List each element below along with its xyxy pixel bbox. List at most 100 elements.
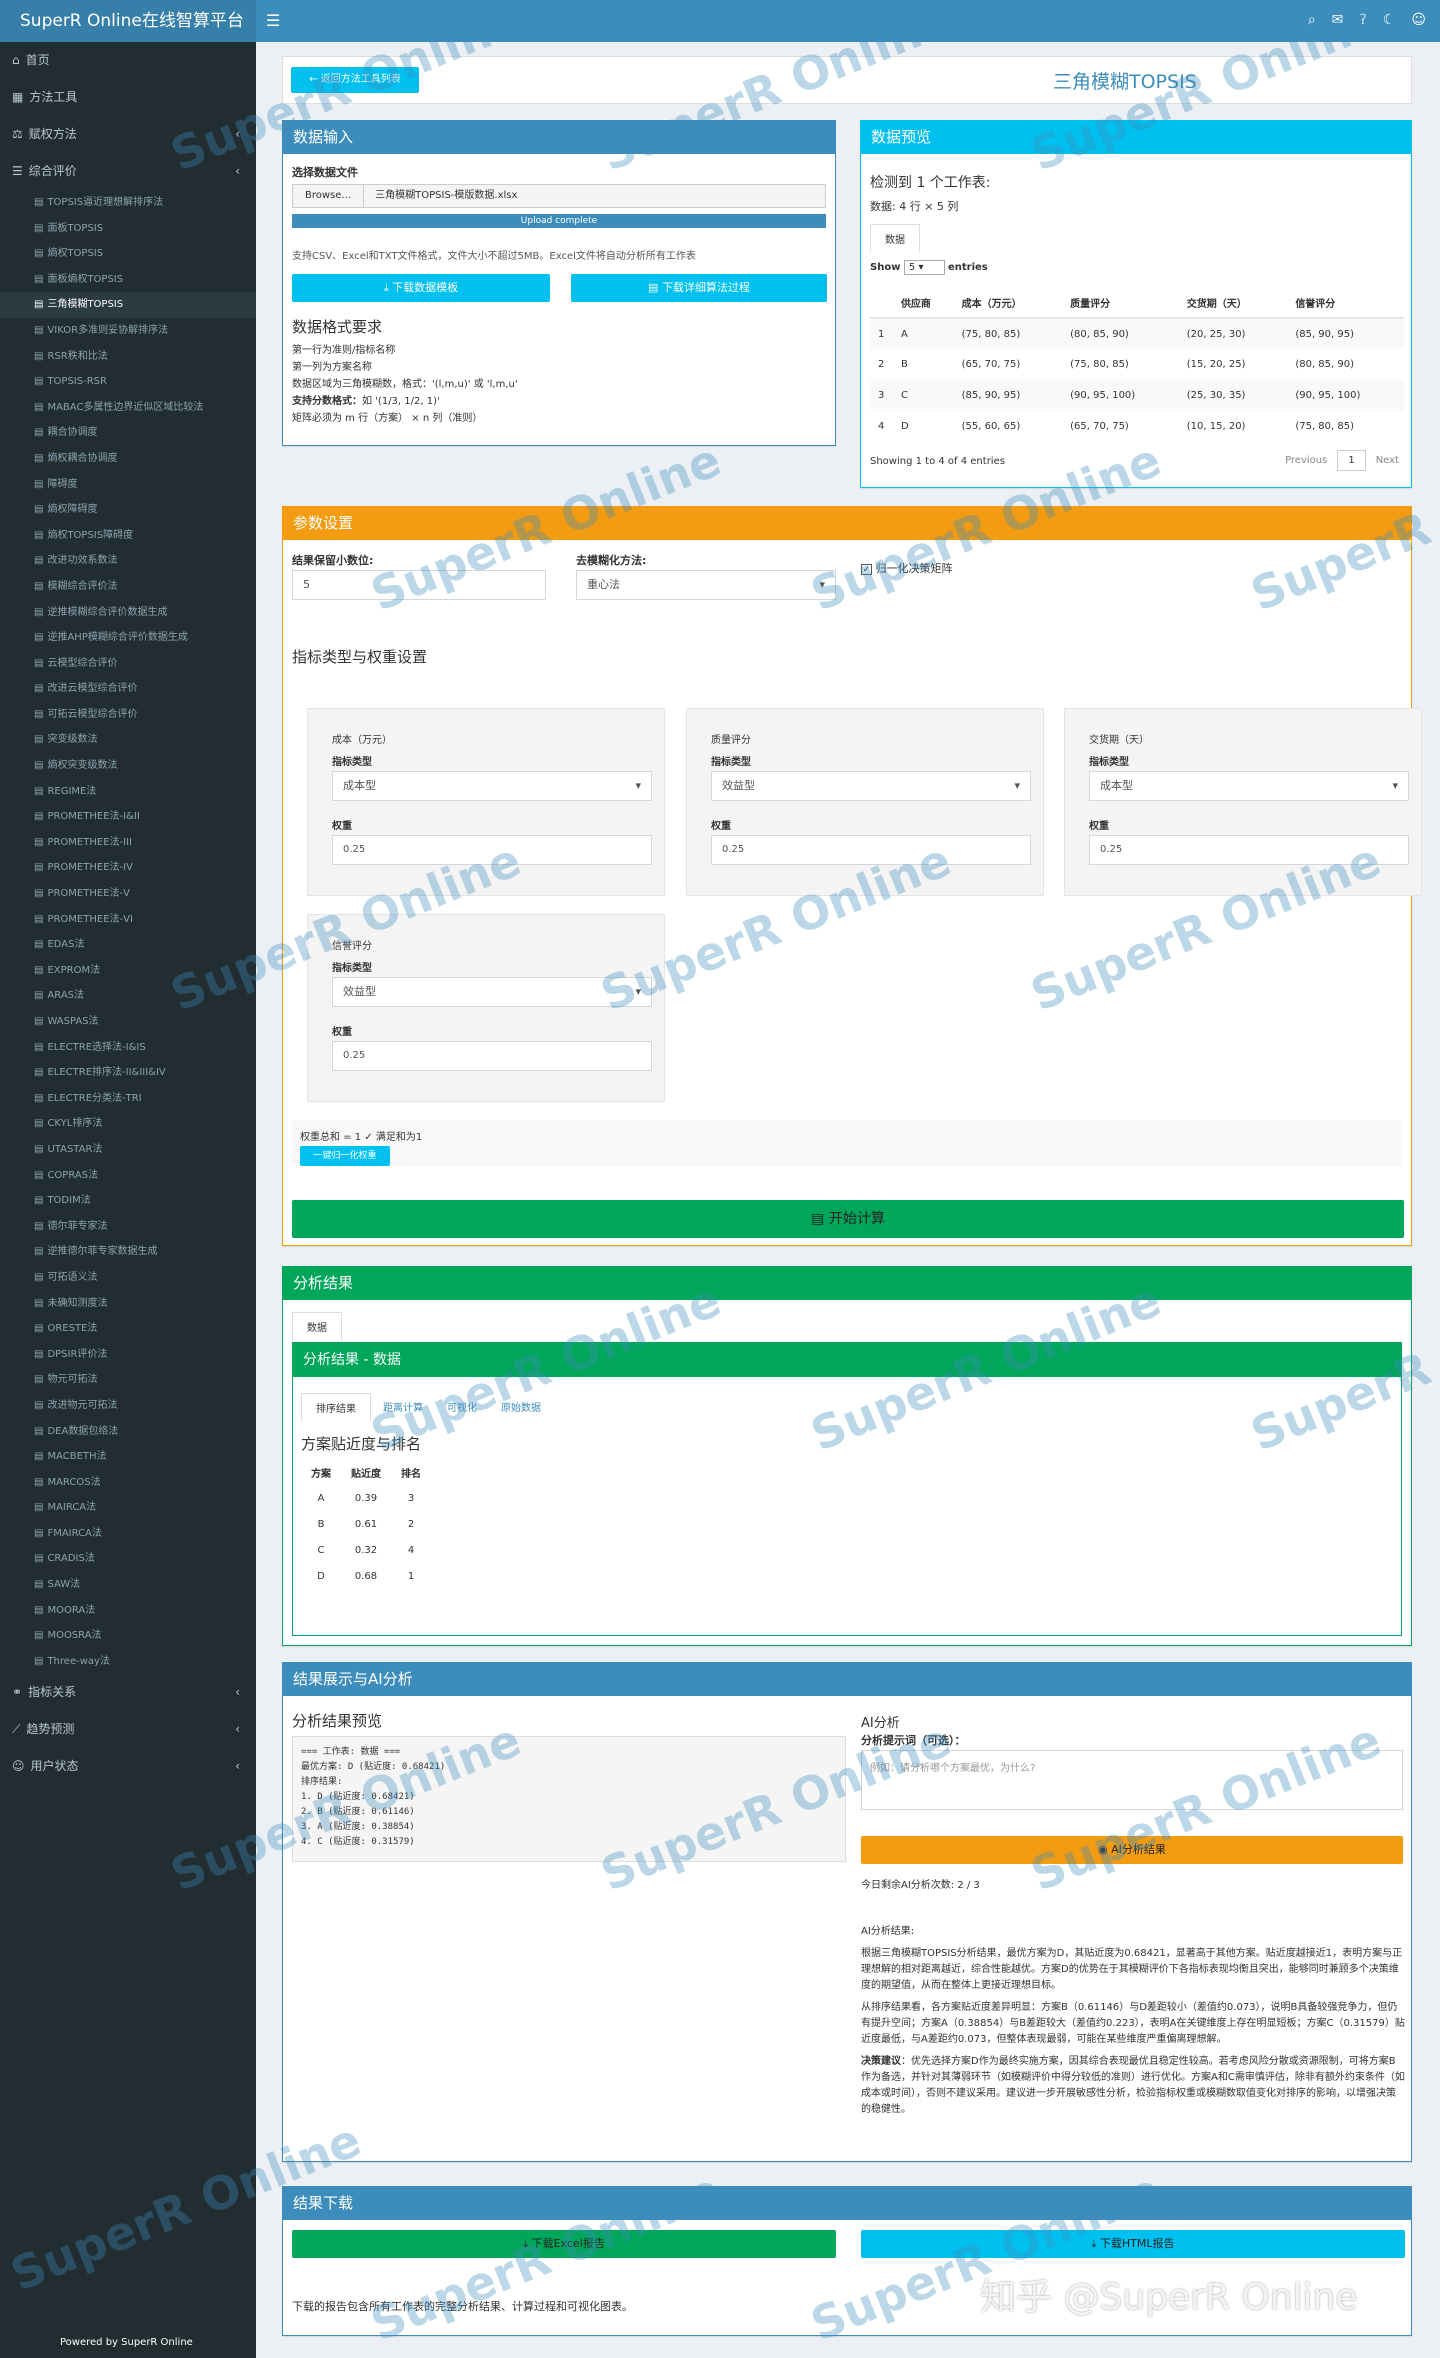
sidebar-item-top_before1[interactable]: ▦ 方法工具 bbox=[0, 79, 256, 116]
sidebar-subitem[interactable]: ▤ 云模型综合评价 bbox=[0, 651, 256, 677]
normalize-checkbox[interactable]: ✓ 归一化决策矩阵 bbox=[861, 560, 953, 576]
next-button[interactable]: Next bbox=[1376, 455, 1399, 466]
sidebar-subitem[interactable]: ▤ 三角模糊TOPSIS bbox=[0, 292, 256, 318]
start-button[interactable]: ▤ 开始计算 bbox=[292, 1200, 1404, 1238]
sidebar-subitem[interactable]: ▤ TOPSIS逼近理想解排序法 bbox=[0, 190, 256, 216]
sidebar-subitem[interactable]: ▤ TOPSIS-RSR bbox=[0, 369, 256, 395]
sidebar-subitem[interactable]: ▤ DPSIR评价法 bbox=[0, 1342, 256, 1368]
sidebar-subitem[interactable]: ▤ FMAIRCA法 bbox=[0, 1521, 256, 1547]
sidebar-item-top_after2[interactable]: ☺ 用户状态 ‹ bbox=[0, 1748, 256, 1785]
defuzz-select[interactable]: 重心法 bbox=[576, 570, 836, 600]
sidebar-subitem[interactable]: ▤ 改进功效系数法 bbox=[0, 548, 256, 574]
sidebar-subitem[interactable]: ▤ 耦合协调度 bbox=[0, 420, 256, 446]
results-tab-data[interactable]: 数据 bbox=[292, 1312, 342, 1340]
user-icon[interactable]: ☺ bbox=[1411, 12, 1426, 28]
tab-raw[interactable]: 原始数据 bbox=[489, 1393, 553, 1421]
normalize-weights-button[interactable]: 一键归一化权重 bbox=[300, 1146, 390, 1166]
sidebar-subitem[interactable]: ▤ WASPAS法 bbox=[0, 1009, 256, 1035]
previous-button[interactable]: Previous bbox=[1285, 455, 1327, 466]
back-button[interactable]: ← 返回方法工具列表 bbox=[291, 67, 419, 93]
sidebar-item-top_before2[interactable]: ⚖ 赋权方法 ‹ bbox=[0, 116, 256, 153]
sidebar-subitem[interactable]: ▤ MOOSRA法 bbox=[0, 1623, 256, 1649]
sidebar-subitem[interactable]: ▤ RSR秩和比法 bbox=[0, 344, 256, 370]
weight-input[interactable]: 0.25 bbox=[711, 835, 1031, 865]
download-html-button[interactable]: ⤓ 下载HTML报告 bbox=[861, 2230, 1405, 2258]
type-select[interactable]: 效益型 bbox=[332, 977, 652, 1007]
moon-icon[interactable]: ☾ bbox=[1383, 12, 1396, 28]
sidebar-subitem[interactable]: ▤ MOORA法 bbox=[0, 1598, 256, 1624]
sidebar-subitem[interactable]: ▤ VIKOR多准则妥协解排序法 bbox=[0, 318, 256, 344]
type-select[interactable]: 成本型 bbox=[332, 771, 652, 801]
sidebar-subitem[interactable]: ▤ 改进云模型综合评价 bbox=[0, 676, 256, 702]
column-header[interactable]: 交货期（天） bbox=[1178, 287, 1288, 319]
column-header[interactable]: 信誉评分 bbox=[1287, 287, 1404, 319]
sidebar-subitem[interactable]: ▤ EXPROM法 bbox=[0, 958, 256, 984]
sidebar-subitem[interactable]: ▤ REGIME法 bbox=[0, 779, 256, 805]
sidebar-subitem[interactable]: ▤ 可拓语义法 bbox=[0, 1265, 256, 1291]
column-header[interactable]: 质量评分 bbox=[1062, 287, 1179, 319]
sidebar-subitem[interactable]: ▤ 熵权耦合协调度 bbox=[0, 446, 256, 472]
sidebar-subitem[interactable]: ▤ 障碍度 bbox=[0, 472, 256, 498]
tab-distance[interactable]: 距离计算 bbox=[371, 1393, 435, 1421]
search-icon[interactable]: ⌕ bbox=[1308, 12, 1316, 28]
sidebar-subitem[interactable]: ▤ 改进物元可拓法 bbox=[0, 1393, 256, 1419]
column-header[interactable]: 供应商 bbox=[892, 287, 954, 319]
sidebar-subitem[interactable]: ▤ ARAS法 bbox=[0, 983, 256, 1009]
sidebar-subitem[interactable]: ▤ CKYL排序法 bbox=[0, 1111, 256, 1137]
page-length-select[interactable]: 5 ▾ bbox=[903, 260, 945, 275]
decimals-input[interactable]: 5 bbox=[292, 570, 546, 600]
file-input[interactable]: Browse... 三角模糊TOPSIS-模版数据.xlsx bbox=[292, 184, 826, 208]
brand-logo[interactable]: SuperR Online在线智算平台 bbox=[0, 0, 256, 42]
ai-analyze-button[interactable]: ◉ AI分析结果 bbox=[861, 1836, 1403, 1864]
browse-button[interactable]: Browse... bbox=[293, 185, 364, 207]
checkbox-icon[interactable]: ✓ bbox=[861, 563, 872, 575]
sidebar-subitem[interactable]: ▤ DEA数据包络法 bbox=[0, 1419, 256, 1445]
hamburger-icon[interactable]: ☰ bbox=[266, 11, 280, 30]
sidebar-subitem[interactable]: ▤ 面板TOPSIS bbox=[0, 216, 256, 242]
download-detail-button[interactable]: ▤ 下载详细算法过程 bbox=[571, 274, 827, 302]
sidebar-subitem[interactable]: ▤ MABAC多属性边界近似区域比较法 bbox=[0, 395, 256, 421]
sidebar-subitem[interactable]: ▤ 德尔菲专家法 bbox=[0, 1214, 256, 1240]
megaphone-icon[interactable]: ✉ bbox=[1332, 12, 1344, 28]
column-header[interactable] bbox=[870, 287, 893, 319]
page-1-button[interactable]: 1 bbox=[1337, 450, 1366, 471]
type-select[interactable]: 成本型 bbox=[1089, 771, 1409, 801]
sidebar-subitem[interactable]: ▤ 熵权TOPSIS障碍度 bbox=[0, 523, 256, 549]
sidebar-subitem[interactable]: ▤ 熵权突变级数法 bbox=[0, 753, 256, 779]
sidebar-subitem[interactable]: ▤ CRADIS法 bbox=[0, 1546, 256, 1572]
help-icon[interactable]: ? bbox=[1359, 12, 1366, 28]
sidebar-subitem[interactable]: ▤ 未确知测度法 bbox=[0, 1291, 256, 1317]
download-template-button[interactable]: ⤓ 下载数据模板 bbox=[292, 274, 550, 302]
sidebar-subitem[interactable]: ▤ MACBETH法 bbox=[0, 1444, 256, 1470]
sidebar-subitem[interactable]: ▤ MAIRCA法 bbox=[0, 1495, 256, 1521]
sidebar-item-top_after0[interactable]: ⚭ 指标关系 ‹ bbox=[0, 1674, 256, 1711]
sidebar-subitem[interactable]: ▤ 模糊综合评价法 bbox=[0, 574, 256, 600]
sidebar-subitem[interactable]: ▤ PROMETHEE法-VI bbox=[0, 907, 256, 933]
prompt-textarea[interactable]: 例如：请分析哪个方案最优，为什么? bbox=[861, 1750, 1403, 1810]
sidebar-subitem[interactable]: ▤ 熵权障碍度 bbox=[0, 497, 256, 523]
sidebar-subitem[interactable]: ▤ COPRAS法 bbox=[0, 1163, 256, 1189]
type-select[interactable]: 效益型 bbox=[711, 771, 1031, 801]
sidebar-subitem[interactable]: ▤ 面板熵权TOPSIS bbox=[0, 267, 256, 293]
sidebar-subitem[interactable]: ▤ 熵权TOPSIS bbox=[0, 241, 256, 267]
weight-input[interactable]: 0.25 bbox=[1089, 835, 1409, 865]
sidebar-subitem[interactable]: ▤ SAW法 bbox=[0, 1572, 256, 1598]
tab-data[interactable]: 数据 bbox=[870, 224, 920, 252]
download-excel-button[interactable]: ⤓ 下载Excel报告 bbox=[292, 2230, 836, 2258]
sidebar-subitem[interactable]: ▤ 逆推德尔菲专家数据生成 bbox=[0, 1239, 256, 1265]
sidebar-item-top_after1[interactable]: ⟋ 趋势预测 ‹ bbox=[0, 1711, 256, 1748]
sidebar-subitem[interactable]: ▤ ELECTRE分类法-TRI bbox=[0, 1086, 256, 1112]
tab-ranking[interactable]: 排序结果 bbox=[301, 1393, 371, 1421]
sidebar-subitem[interactable]: ▤ EDAS法 bbox=[0, 932, 256, 958]
sidebar-subitem[interactable]: ▤ ELECTRE选择法-I&IS bbox=[0, 1035, 256, 1061]
sidebar-subitem[interactable]: ▤ Three-way法 bbox=[0, 1649, 256, 1675]
sidebar-subitem[interactable]: ▤ UTASTAR法 bbox=[0, 1137, 256, 1163]
weight-input[interactable]: 0.25 bbox=[332, 835, 652, 865]
column-header[interactable]: 成本（万元） bbox=[953, 287, 1063, 319]
sidebar-subitem[interactable]: ▤ PROMETHEE法-III bbox=[0, 830, 256, 856]
sidebar-subitem[interactable]: ▤ PROMETHEE法-V bbox=[0, 881, 256, 907]
sidebar-subitem[interactable]: ▤ ORESTE法 bbox=[0, 1316, 256, 1342]
sidebar-subitem[interactable]: ▤ PROMETHEE法-IV bbox=[0, 855, 256, 881]
sidebar-subitem[interactable]: ▤ 逆推AHP模糊综合评价数据生成 bbox=[0, 625, 256, 651]
weight-input[interactable]: 0.25 bbox=[332, 1041, 652, 1071]
